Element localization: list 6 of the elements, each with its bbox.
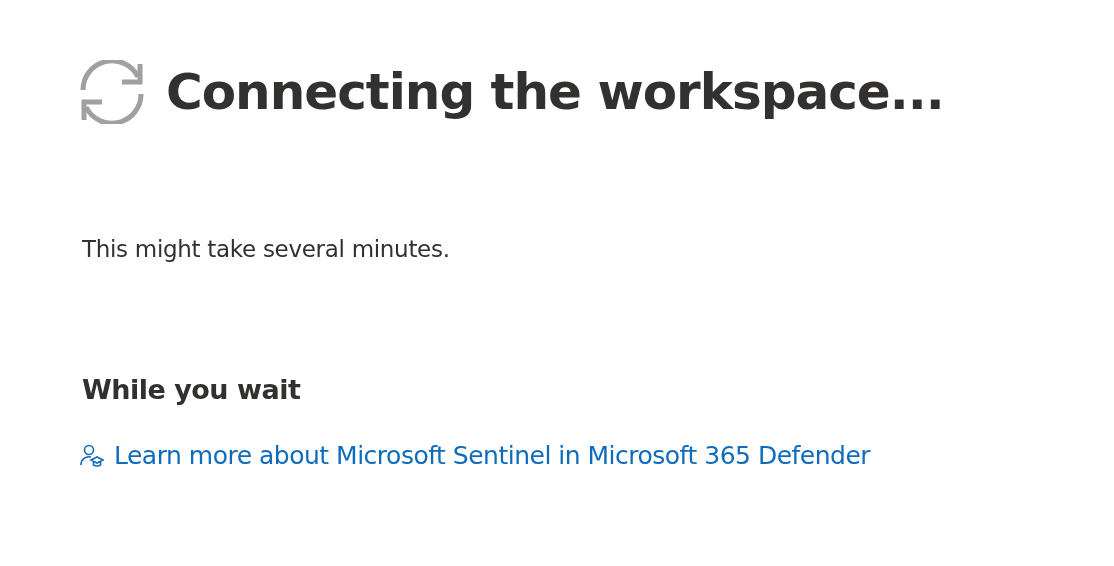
learn-more-link[interactable]: Learn more about Microsoft Sentinel in Microsoft 365 Defender — [114, 441, 871, 470]
page-title: Connecting the workspace... — [166, 63, 944, 121]
status-message: This might take several minutes. — [82, 236, 451, 262]
learner-icon — [80, 443, 104, 468]
sync-icon — [80, 60, 144, 124]
section-heading: While you wait — [82, 374, 302, 405]
